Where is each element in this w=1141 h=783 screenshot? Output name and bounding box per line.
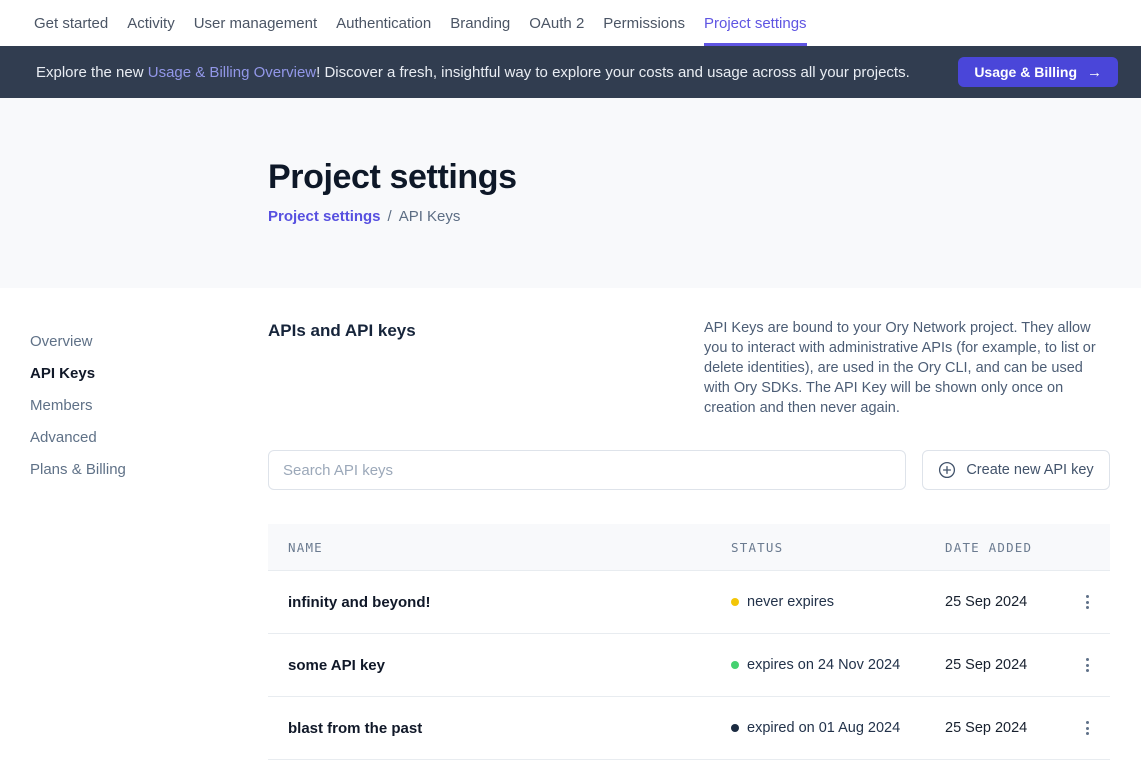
page-body: OverviewAPI KeysMembersAdvancedPlans & B…: [0, 288, 1141, 760]
page-header: Project settings Project settings / API …: [0, 98, 1141, 288]
plus-circle-icon: [938, 461, 956, 479]
sidebar-item-plans-billing[interactable]: Plans & Billing: [30, 453, 268, 485]
status-text: expires on 24 Nov 2024: [747, 657, 900, 673]
nav-tab-project-settings[interactable]: Project settings: [704, 0, 807, 46]
api-key-date-added: 25 Sep 2024: [945, 720, 1065, 736]
section-title: APIs and API keys: [268, 318, 416, 418]
sidebar-item-overview[interactable]: Overview: [30, 325, 268, 357]
api-keys-table: NAME STATUS DATE ADDED infinity and beyo…: [268, 524, 1110, 760]
nav-tab-branding[interactable]: Branding: [450, 0, 510, 46]
breadcrumb-project-settings-link[interactable]: Project settings: [268, 208, 381, 225]
column-header-status: STATUS: [731, 540, 945, 555]
row-actions: [1065, 652, 1110, 678]
api-key-name: some API key: [268, 657, 731, 674]
row-actions: [1065, 715, 1110, 741]
kebab-menu-icon[interactable]: [1080, 589, 1095, 615]
api-key-date-added: 25 Sep 2024: [945, 594, 1065, 610]
nav-tab-activity[interactable]: Activity: [127, 0, 175, 46]
api-key-name: infinity and beyond!: [268, 594, 731, 611]
banner-text-after: ! Discover a fresh, insightful way to ex…: [316, 64, 910, 81]
usage-billing-overview-link[interactable]: Usage & Billing Overview: [148, 64, 316, 81]
api-key-status: expired on 01 Aug 2024: [731, 720, 945, 736]
sidebar-item-members[interactable]: Members: [30, 389, 268, 421]
usage-billing-button[interactable]: Usage & Billing →: [958, 57, 1118, 87]
column-header-date-added: DATE ADDED: [945, 540, 1065, 555]
breadcrumb-current: API Keys: [399, 208, 461, 225]
column-header-name: NAME: [268, 540, 731, 555]
table-row: some API key expires on 24 Nov 2024 25 S…: [268, 634, 1110, 697]
settings-sidebar: OverviewAPI KeysMembersAdvancedPlans & B…: [0, 288, 268, 760]
table-row: blast from the past expired on 01 Aug 20…: [268, 697, 1110, 760]
sidebar-item-api-keys[interactable]: API Keys: [30, 357, 268, 389]
nav-tab-user-management[interactable]: User management: [194, 0, 317, 46]
status-dot-icon: [731, 724, 739, 732]
table-row: infinity and beyond! never expires 25 Se…: [268, 571, 1110, 634]
section-description: API Keys are bound to your Ory Network p…: [704, 318, 1110, 418]
search-input[interactable]: [268, 450, 906, 490]
nav-tab-get-started[interactable]: Get started: [34, 0, 108, 46]
nav-tab-oauth-2[interactable]: OAuth 2: [529, 0, 584, 46]
nav-tab-authentication[interactable]: Authentication: [336, 0, 431, 46]
banner-text-before: Explore the new: [36, 64, 148, 81]
api-key-status: expires on 24 Nov 2024: [731, 657, 945, 673]
nav-tab-permissions[interactable]: Permissions: [603, 0, 685, 46]
usage-billing-button-label: Usage & Billing: [974, 64, 1077, 80]
table-body: infinity and beyond! never expires 25 Se…: [268, 571, 1110, 760]
top-nav: Get started Activity User management Authen…: [0, 0, 1141, 46]
main-content: APIs and API keys API Keys are bound to …: [268, 288, 1110, 760]
sidebar-item-advanced[interactable]: Advanced: [30, 421, 268, 453]
create-api-key-label: Create new API key: [966, 462, 1093, 478]
arrow-right-icon: →: [1087, 64, 1102, 81]
api-key-date-added: 25 Sep 2024: [945, 657, 1065, 673]
page-title: Project settings: [268, 158, 1141, 197]
section-intro: APIs and API keys API Keys are bound to …: [268, 318, 1110, 418]
breadcrumb: Project settings / API Keys: [268, 208, 1141, 225]
kebab-menu-icon[interactable]: [1080, 652, 1095, 678]
table-header-row: NAME STATUS DATE ADDED: [268, 524, 1110, 571]
row-actions: [1065, 589, 1110, 615]
status-text: never expires: [747, 594, 834, 610]
create-api-key-button[interactable]: Create new API key: [922, 450, 1110, 490]
status-dot-icon: [731, 661, 739, 669]
api-key-name: blast from the past: [268, 720, 731, 737]
banner-message: Explore the new Usage & Billing Overview…: [36, 64, 910, 81]
kebab-menu-icon[interactable]: [1080, 715, 1095, 741]
status-text: expired on 01 Aug 2024: [747, 720, 900, 736]
status-dot-icon: [731, 598, 739, 606]
usage-billing-banner: Explore the new Usage & Billing Overview…: [0, 46, 1141, 98]
table-controls: Create new API key: [268, 450, 1110, 490]
breadcrumb-separator: /: [388, 208, 392, 225]
api-key-status: never expires: [731, 594, 945, 610]
